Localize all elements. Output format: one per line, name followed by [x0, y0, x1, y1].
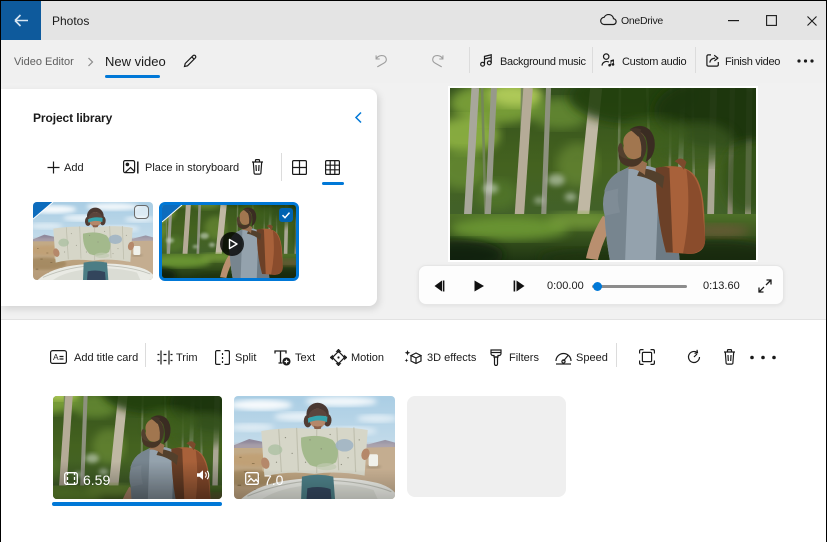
svg-text:A: A: [53, 352, 59, 362]
